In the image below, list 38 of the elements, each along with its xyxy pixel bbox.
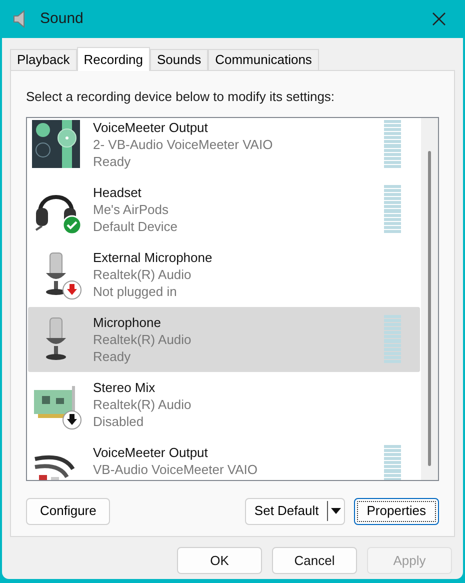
device-status: Default Device [93, 218, 179, 234]
set-default-split-button[interactable]: Set Default [245, 498, 345, 524]
tab[interactable]: Communications [208, 49, 319, 70]
device-detail: Realtek(R) Audio [93, 330, 192, 348]
device-row[interactable]: Headset Me's AirPods Default Device [28, 176, 420, 242]
dialog-button[interactable]: OK [177, 547, 262, 574]
window-title: Sound [40, 8, 84, 29]
mixer-icon [32, 120, 80, 168]
device-detail: Realtek(R) Audio [93, 396, 192, 412]
device-name: VoiceMeeter Output [93, 118, 209, 136]
device-name: Headset [93, 184, 142, 200]
device-status: Not plugged in [93, 282, 178, 300]
device-name: Stereo Mix [93, 378, 156, 396]
tab[interactable]: Playback [10, 49, 77, 70]
device-name: External Microphone [93, 248, 214, 266]
device-row[interactable]: VoiceMeeter Output 2- VB-Audio VoiceMeeter VAIO Ready [28, 118, 420, 176]
device-row[interactable]: Microphone Realtek(R) Audio Ready [28, 306, 420, 372]
device-name: Microphone [93, 314, 162, 330]
close-icon [432, 12, 446, 26]
scroll-thumb[interactable] [428, 150, 431, 466]
caret-icon[interactable] [330, 508, 341, 514]
dialog-button[interactable]: Cancel [272, 547, 357, 574]
device-status: Ready [93, 152, 132, 170]
scrollbar[interactable] [421, 118, 438, 480]
device-detail: VB-Audio VoiceMeeter VAIO [93, 460, 259, 478]
device-status: Disabled [93, 412, 145, 430]
device-detail: Realtek(R) Audio [93, 266, 192, 282]
instruction-text: Select a recording device below to modify its settings: [26, 88, 336, 106]
tab[interactable]: Sounds [150, 49, 208, 70]
device-status: Ready [93, 348, 132, 364]
device-row[interactable]: External Microphone Realtek(R) Audio Not plugged in [28, 242, 420, 306]
configure-button[interactable]: Configure [26, 498, 110, 524]
properties-button[interactable]: Properties [354, 498, 439, 524]
device-name: VoiceMeeter Output [93, 444, 209, 460]
tab[interactable]: Recording [76, 47, 150, 71]
device-detail: Me's AirPods [93, 200, 170, 218]
device-row[interactable]: VoiceMeeter Output VB-Audio VoiceMeeter VAIO [28, 436, 420, 480]
device-detail: 2- VB-Audio VoiceMeeter VAIO [93, 136, 274, 152]
